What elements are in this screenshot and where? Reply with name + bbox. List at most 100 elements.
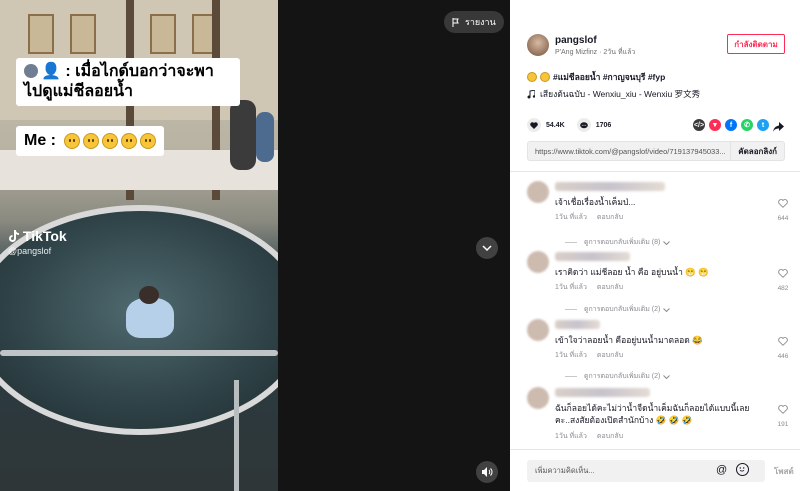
side-panel: pangslof P'Ang Mizfinz · 2วัน ที่แล้ว กำ… — [510, 0, 800, 491]
window — [28, 14, 54, 54]
music-title[interactable]: เสียงต้นฉบับ - Wenxiu_xiu - Wenxiu 罗文秀 — [540, 87, 700, 101]
neutral-face-emoji-icon — [102, 133, 118, 149]
author-avatar[interactable] — [527, 34, 549, 56]
comment-like[interactable]: 446 — [775, 333, 791, 360]
emoji-picker-icon[interactable] — [736, 463, 749, 476]
heart-icon — [530, 121, 538, 129]
neutral-face-emoji-icon — [140, 133, 156, 149]
comment-count: 1706 — [595, 121, 612, 129]
child-figure — [256, 112, 274, 162]
commenter-avatar[interactable] — [527, 251, 549, 273]
comment-time: 1วัน ที่แล้ว — [555, 352, 587, 359]
post-hashtags[interactable]: #แม่ชีลอยน้ำ #กาญจนบุรี #fyp — [553, 70, 665, 84]
comment-time: 1วัน ที่แล้ว — [555, 284, 587, 291]
post-description: #แม่ชีลอยน้ำ #กาญจนบุรี #fyp — [527, 70, 665, 84]
comment-text: ฉันก็ลอยได้คะไม่ว่าน้ำจืดน้ำเค็มฉันก็ลอย… — [555, 403, 750, 426]
commenter-name-blurred[interactable] — [555, 320, 600, 329]
following-button[interactable]: กำลังติดตาม — [727, 34, 785, 54]
comment-bubble-icon — [579, 121, 588, 128]
heart-outline-icon — [778, 269, 788, 278]
commenter-name-blurred[interactable] — [555, 182, 665, 191]
share-icons: </> ▼ f ✆ t — [693, 119, 785, 132]
whatsapp-icon[interactable]: ✆ — [741, 119, 753, 131]
neutral-face-emoji-icon — [83, 133, 99, 149]
music-info[interactable]: เสียงต้นฉบับ - Wenxiu_xiu - Wenxiu 罗文秀 — [527, 87, 700, 101]
pool-railing-post — [234, 380, 239, 491]
view-more-replies-label: ดูการตอบกลับเพิ่มเติม (2) — [584, 306, 661, 313]
speaker-icon — [481, 467, 492, 477]
comment-like-count: 482 — [777, 285, 789, 292]
volume-button[interactable] — [476, 461, 498, 483]
app: 👤 : เมื่อไกด์บอกว่าจะพาไปดูแม่ชีลอยน้ำ M… — [0, 0, 800, 491]
floating-person — [126, 298, 174, 338]
music-note-icon — [527, 89, 535, 98]
author-subtitle: P'Ang Mizfinz · 2วัน ที่แล้ว — [555, 49, 636, 56]
comment-like[interactable]: 644 — [775, 195, 791, 222]
neutral-face-emoji-icon — [540, 72, 550, 82]
chevron-down-icon — [663, 374, 671, 379]
comment-meta: 1วัน ที่แล้ว ตอบกลับ — [555, 212, 623, 223]
post-comment-button[interactable]: โพสต์ — [774, 465, 794, 478]
comment-like-count: 644 — [777, 215, 789, 222]
flag-icon — [452, 17, 459, 27]
author-username[interactable]: pangslof — [555, 35, 597, 46]
watermark-logo: TikTok — [8, 228, 67, 244]
view-more-replies[interactable]: ดูการตอบกลับเพิ่มเติม (2) — [565, 371, 671, 382]
report-button[interactable]: รายงาน — [444, 11, 504, 33]
comment-meta: 1วัน ที่แล้ว ตอบกลับ — [555, 431, 623, 442]
commenter-avatar[interactable] — [527, 319, 549, 341]
copy-link-box: https://www.tiktok.com/@pangslof/video/7… — [527, 141, 785, 161]
comment-time: 1วัน ที่แล้ว — [555, 433, 587, 440]
reply-button[interactable]: ตอบกลับ — [597, 352, 623, 359]
video-link-url[interactable]: https://www.tiktok.com/@pangslof/video/7… — [528, 147, 730, 156]
person-emoji-icon — [24, 64, 38, 78]
comment-time: 1วัน ที่แล้ว — [555, 214, 587, 221]
divider — [510, 171, 800, 172]
video-caption-me: Me : — [16, 126, 164, 156]
reply-button[interactable]: ตอบกลับ — [597, 284, 623, 291]
window — [150, 14, 176, 54]
comment-meta: 1วัน ที่แล้ว ตอบกลับ — [555, 350, 623, 361]
comment-input[interactable]: เพิ่มความคิดเห็น... — [527, 460, 765, 482]
reply-button[interactable]: ตอบกลับ — [597, 433, 623, 440]
comment-like-count: 446 — [777, 353, 789, 360]
mention-icon[interactable]: @ — [716, 464, 727, 476]
report-label: รายงาน — [465, 17, 496, 27]
send-to-friends-icon[interactable]: ▼ — [709, 119, 721, 131]
neutral-face-emoji-icon — [64, 133, 80, 149]
heart-outline-icon — [778, 405, 788, 414]
floating-person-head — [139, 286, 159, 304]
video-player[interactable]: 👤 : เมื่อไกด์บอกว่าจะพาไปดูแม่ชีลอยน้ำ M… — [0, 0, 510, 491]
comment-like[interactable]: 191 — [775, 401, 791, 428]
reply-button[interactable]: ตอบกลับ — [597, 214, 623, 221]
commenter-avatar[interactable] — [527, 387, 549, 409]
like-button[interactable] — [527, 118, 541, 132]
chevron-down-icon — [663, 307, 671, 312]
video-frame[interactable]: 👤 : เมื่อไกด์บอกว่าจะพาไปดูแม่ชีลอยน้ำ M… — [0, 0, 278, 491]
view-more-replies[interactable]: ดูการตอบกลับเพิ่มเติม (2) — [565, 304, 671, 315]
twitter-icon[interactable]: t — [757, 119, 769, 131]
engagement-row: 54.4K 1706 </> ▼ f ✆ t — [527, 117, 785, 133]
like-count: 54.4K — [546, 121, 565, 129]
person-figure — [230, 100, 256, 170]
pool-railing — [0, 350, 278, 356]
comment-list[interactable]: เจ้าเชื่อเรื่องน้ำเค็มป่... 1วัน ที่แล้ว… — [510, 176, 800, 448]
comment-like[interactable]: 482 — [775, 265, 791, 292]
commenter-avatar[interactable] — [527, 181, 549, 203]
next-video-button[interactable] — [476, 237, 498, 259]
heart-outline-icon — [778, 337, 788, 346]
comment-text: เจ้าเชื่อเรื่องน้ำเค็มป่... — [555, 197, 636, 207]
video-caption-question: 👤 : เมื่อไกด์บอกว่าจะพาไปดูแม่ชีลอยน้ำ — [16, 58, 240, 106]
caption-me-label: Me : — [24, 132, 56, 149]
facebook-icon[interactable]: f — [725, 119, 737, 131]
share-arrow-icon[interactable] — [773, 119, 785, 132]
watermark-handle: @pangslof — [8, 246, 52, 256]
tiktok-watermark: TikTok @pangslof — [8, 228, 67, 256]
comment-button[interactable] — [576, 118, 591, 132]
view-more-replies[interactable]: ดูการตอบกลับเพิ่มเติม (8) — [565, 237, 671, 248]
commenter-name-blurred[interactable] — [555, 252, 630, 261]
copy-link-button[interactable]: คัดลอกลิงก์ — [730, 142, 784, 160]
commenter-name-blurred[interactable] — [555, 388, 650, 397]
comment-text: เข้าใจว่าลอยน้ำ คืออยู่บนน้ำมาตลอด 😂 — [555, 335, 703, 345]
embed-icon[interactable]: </> — [693, 119, 705, 131]
